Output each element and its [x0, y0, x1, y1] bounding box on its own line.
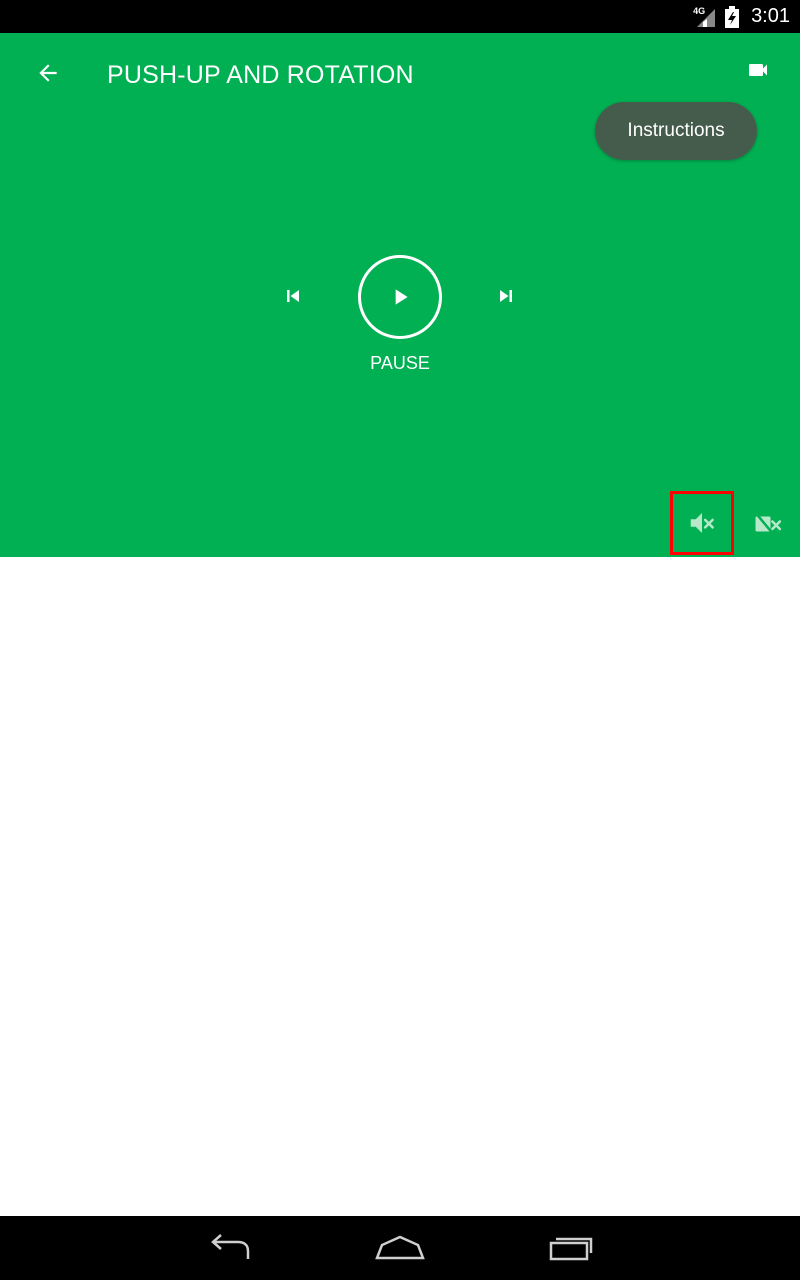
playback-status-label: PAUSE [370, 353, 430, 373]
video-toggle-button[interactable] [740, 494, 796, 554]
exercise-player[interactable]: PUSH-UP AND ROTATION Instructions PAUSE [0, 33, 800, 557]
recents-icon [549, 1237, 593, 1261]
play-icon [395, 289, 408, 305]
skip-previous-icon [287, 290, 299, 302]
battery-icon [725, 5, 740, 28]
content-area [0, 557, 800, 1216]
mute-toggle-button[interactable] [670, 491, 734, 555]
video-off-icon [754, 511, 782, 537]
page-title: PUSH-UP AND ROTATION [107, 61, 414, 89]
back-arrow-icon [39, 64, 57, 82]
video-camera-button[interactable] [740, 55, 776, 85]
back-icon [211, 1234, 250, 1259]
system-recents-button[interactable] [541, 1224, 601, 1272]
play-button[interactable] [358, 255, 442, 339]
system-navigation-bar [0, 1216, 800, 1280]
volume-off-icon [690, 513, 714, 533]
system-home-button[interactable] [370, 1224, 430, 1272]
system-back-button[interactable] [199, 1224, 259, 1272]
status-bar: 4G 3:01 [0, 0, 800, 33]
signal-icon: 4G [693, 6, 717, 28]
previous-exercise-button[interactable] [276, 279, 310, 313]
next-exercise-button[interactable] [489, 279, 523, 313]
network-type-label: 4G [693, 5, 706, 16]
skip-next-icon [500, 290, 512, 302]
clock: 3:01 [751, 5, 790, 27]
status-icons: 4G 3:01 [693, 0, 790, 33]
video-camera-icon [749, 64, 767, 76]
instructions-button[interactable]: Instructions [595, 102, 757, 160]
back-button[interactable] [30, 55, 66, 91]
home-icon [375, 1235, 425, 1260]
